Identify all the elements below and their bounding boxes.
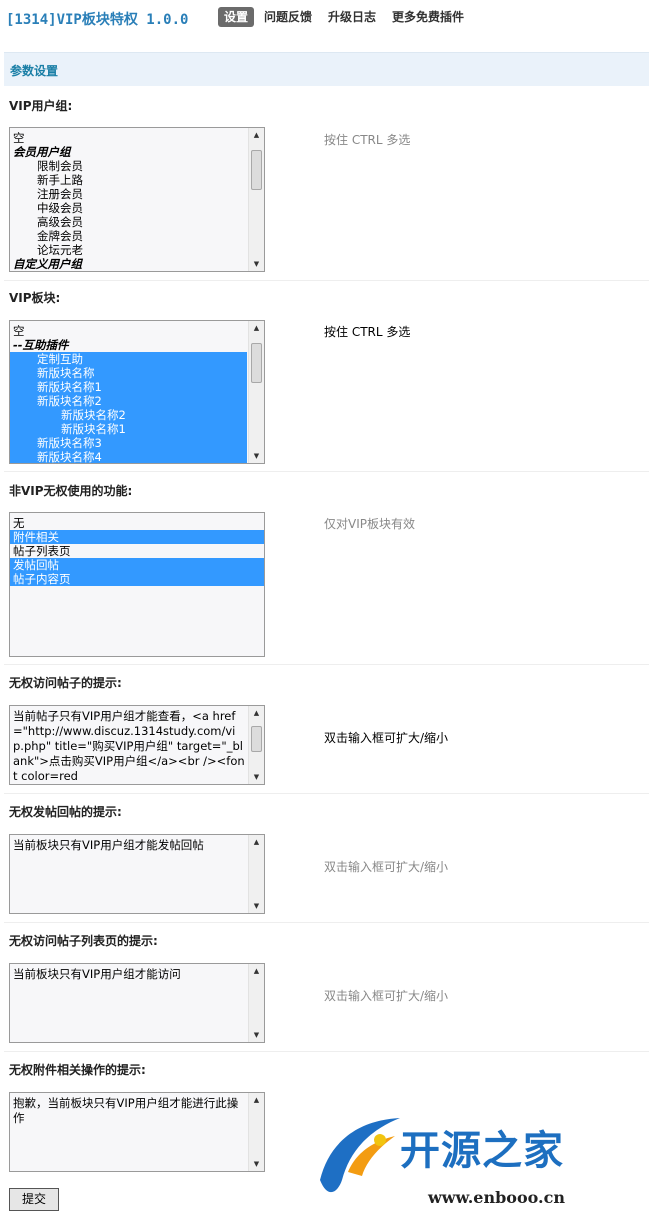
nonvip-functions-label: 非VIP无权使用的功能: — [9, 484, 133, 498]
no-post-tip-textarea[interactable]: 当前板块只有VIP用户组才能发帖回帖 ▲ ▼ — [9, 834, 265, 914]
no-view-tip-text: 当前帖子只有VIP用户组才能查看，<a href="http://www.dis… — [13, 709, 245, 783]
scroll-down-icon[interactable]: ▼ — [249, 770, 264, 784]
no-view-tip-hint: 双击输入框可扩大/缩小 — [324, 731, 449, 745]
scroll-down-icon[interactable]: ▼ — [249, 1157, 264, 1171]
scroll-thumb[interactable] — [251, 343, 262, 383]
scroll-down-icon[interactable]: ▼ — [249, 449, 264, 463]
scrollbar[interactable]: ▲ ▼ — [248, 128, 264, 271]
vip-groups-select[interactable]: 空 会员用户组 限制会员 新手上路 注册会员 中级会员 高级会员 金牌会员 论坛… — [9, 127, 265, 272]
nonvip-functions-select[interactable]: 无 附件相关 帖子列表页 发帖回帖 帖子内容页 — [9, 512, 265, 657]
list-item-selected[interactable]: 定制互助 — [10, 352, 247, 366]
scroll-up-icon[interactable]: ▲ — [249, 835, 264, 849]
watermark-url: www.enbooo.cn — [428, 1188, 565, 1207]
list-item[interactable]: 中级会员 — [10, 201, 247, 215]
list-group: 自定义用户组 — [13, 257, 82, 271]
no-post-tip-hint: 双击输入框可扩大/缩小 — [324, 860, 449, 874]
vip-forums-select[interactable]: 空 --互助插件 定制互助 新版块名称 新版块名称1 新版块名称2 新版块名称2… — [9, 320, 265, 464]
list-group: --互助插件 — [13, 338, 69, 352]
list-item[interactable]: 空 — [10, 131, 247, 145]
scroll-thumb[interactable] — [251, 726, 262, 752]
watermark-logo-icon — [320, 1118, 400, 1193]
divider — [4, 471, 649, 472]
scroll-up-icon[interactable]: ▲ — [249, 128, 264, 142]
submit-button[interactable]: 提交 — [9, 1188, 59, 1211]
list-item[interactable]: 高级会员 — [10, 215, 247, 229]
scroll-down-icon[interactable]: ▼ — [249, 257, 264, 271]
scroll-up-icon[interactable]: ▲ — [249, 1093, 264, 1107]
no-list-tip-hint: 双击输入框可扩大/缩小 — [324, 989, 449, 1003]
list-item-selected[interactable]: 新版块名称 — [10, 366, 247, 380]
no-attach-tip-textarea[interactable]: 抱歉，当前板块只有VIP用户组才能进行此操作 ▲ ▼ — [9, 1092, 265, 1172]
no-view-tip-textarea[interactable]: 当前帖子只有VIP用户组才能查看，<a href="http://www.dis… — [9, 705, 265, 785]
list-item-selected[interactable]: 发帖回帖 — [10, 558, 264, 572]
list-item-selected[interactable]: 新版块名称2 — [10, 394, 247, 408]
no-attach-tip-label: 无权附件相关操作的提示: — [9, 1063, 146, 1077]
list-item[interactable]: 空 — [10, 324, 247, 338]
top-bar: [1314]VIP板块特权 1.0.0 设置 问题反馈 升级日志 更多免费插件 — [0, 0, 649, 36]
no-post-tip-text: 当前板块只有VIP用户组才能发帖回帖 — [13, 838, 204, 852]
divider — [4, 922, 649, 923]
scroll-down-icon[interactable]: ▼ — [249, 899, 264, 913]
list-item-selected[interactable]: 新版块名称4 — [10, 450, 247, 463]
tab-settings[interactable]: 设置 — [218, 7, 255, 27]
section-title: 参数设置 — [10, 64, 59, 78]
no-list-tip-text: 当前板块只有VIP用户组才能访问 — [13, 967, 181, 981]
section-header: 参数设置 — [4, 52, 649, 86]
list-item[interactable]: 新手上路 — [10, 173, 247, 187]
list-item-selected[interactable]: 新版块名称2 — [10, 408, 247, 422]
list-item-selected[interactable]: 帖子内容页 — [10, 572, 264, 586]
scroll-up-icon[interactable]: ▲ — [249, 706, 264, 720]
app-title: [1314]VIP板块特权 1.0.0 — [6, 12, 189, 28]
list-item[interactable]: 限制会员 — [10, 159, 247, 173]
no-list-tip-textarea[interactable]: 当前板块只有VIP用户组才能访问 ▲ ▼ — [9, 963, 265, 1043]
list-item-selected[interactable]: 新版块名称3 — [10, 436, 247, 450]
tab-feedback[interactable]: 问题反馈 — [258, 7, 318, 27]
no-post-tip-label: 无权发帖回帖的提示: — [9, 805, 122, 819]
divider — [4, 1051, 649, 1052]
list-item[interactable]: 金牌会员 — [10, 229, 247, 243]
tab-changelog[interactable]: 升级日志 — [322, 7, 382, 27]
scroll-up-icon[interactable]: ▲ — [249, 321, 264, 335]
vip-groups-hint: 按住 CTRL 多选 — [324, 133, 411, 147]
scrollbar[interactable]: ▲ ▼ — [248, 321, 264, 463]
divider — [4, 280, 649, 281]
list-item-selected[interactable]: 新版块名称1 — [10, 422, 247, 436]
list-item[interactable]: 无 — [10, 516, 264, 530]
list-item[interactable]: 帖子列表页 — [10, 544, 264, 558]
divider — [4, 664, 649, 665]
nav-tabs: 设置 问题反馈 升级日志 更多免费插件 — [218, 7, 474, 27]
no-list-tip-label: 无权访问帖子列表页的提示: — [9, 934, 158, 948]
scrollbar[interactable]: ▲ ▼ — [248, 964, 264, 1042]
scrollbar[interactable]: ▲ ▼ — [248, 835, 264, 913]
no-view-tip-label: 无权访问帖子的提示: — [9, 676, 122, 690]
scroll-thumb[interactable] — [251, 150, 262, 190]
list-item[interactable]: 注册会员 — [10, 187, 247, 201]
vip-groups-label: VIP用户组: — [9, 99, 73, 113]
tab-more-plugins[interactable]: 更多免费插件 — [386, 7, 470, 27]
watermark-name: 开源之家 — [400, 1128, 564, 1174]
list-group: 会员用户组 — [13, 145, 71, 159]
scrollbar[interactable]: ▲ ▼ — [248, 1093, 264, 1171]
divider — [4, 793, 649, 794]
list-item-selected[interactable]: 附件相关 — [10, 530, 264, 544]
list-item-selected[interactable]: 新版块名称1 — [10, 380, 247, 394]
vip-forums-hint: 按住 CTRL 多选 — [324, 325, 411, 339]
list-item[interactable]: 论坛元老 — [10, 243, 247, 257]
nonvip-functions-hint: 仅对VIP板块有效 — [324, 517, 415, 531]
scroll-down-icon[interactable]: ▼ — [249, 1028, 264, 1042]
scrollbar[interactable]: ▲ ▼ — [248, 706, 264, 784]
no-attach-tip-text: 抱歉，当前板块只有VIP用户组才能进行此操作 — [13, 1096, 239, 1125]
scroll-up-icon[interactable]: ▲ — [249, 964, 264, 978]
vip-forums-label: VIP板块: — [9, 291, 61, 305]
